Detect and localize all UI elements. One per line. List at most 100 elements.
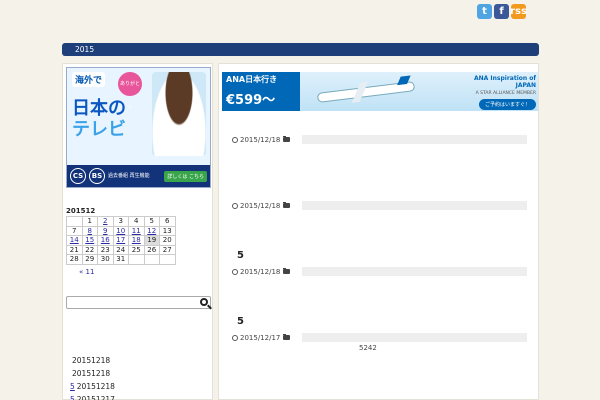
calendar-day[interactable]: 2 [97,216,114,227]
ad-headline-big: 日本の テレビ [72,98,146,140]
calendar-day: 19 [143,235,160,246]
folder-icon [283,268,291,274]
calendar-week: 14 15 16 17 18 19 20 [66,235,176,246]
calendar-day: 20 [159,235,176,246]
calendar-week: 21 22 23 24 25 26 27 [66,244,176,255]
post-date: 2015/12/18 [240,135,281,144]
ad-badge: ありがとう [118,72,142,111]
twitter-icon[interactable]: t [477,4,492,19]
calendar-title: 201512 [66,207,96,215]
calendar-day [66,216,83,227]
post-meta: 2015/12/18 [232,135,527,144]
facebook-icon[interactable]: f [494,4,509,19]
calendar-day[interactable]: 15 [81,235,98,246]
calendar-day[interactable]: 9 [97,225,114,236]
search-icon[interactable] [200,298,208,306]
ad-headline-line1: 日本の [72,98,126,119]
calendar-day [128,254,145,265]
calendar-day[interactable]: 14 [66,235,83,246]
ana-ad-banner[interactable]: ANA日本行き €599～ ANA Inspiration of JAPAN A… [222,72,538,111]
calendar-prev-link[interactable]: « 11 [79,268,94,276]
recent-post-label[interactable]: 20151218 [72,369,110,382]
ana-logo: ANA Inspiration of JAPAN [474,75,536,89]
calendar-day: 30 [97,254,114,265]
main-content: ANA日本行き €599～ ANA Inspiration of JAPAN A… [218,63,539,400]
calendar: 1 2 3 4 5 6 7 8 9 10 11 12 13 14 15 16 17 18 19 20 21 22 23 24 2… [66,216,176,265]
ad-headline-small: 海外で [72,72,106,87]
ad-more-button[interactable]: 詳しくは こちら [164,170,207,182]
calendar-day[interactable]: 16 [97,235,114,246]
recent-post-label[interactable]: 20151218 [72,356,110,369]
folder-icon [283,136,291,142]
rss-icon[interactable]: rss [510,4,527,19]
star-alliance-text: A STAR ALLIANCE MEMBER [475,91,536,96]
calendar-day: 22 [81,244,98,255]
recent-post-label[interactable]: 20151218 [77,382,115,395]
calendar-day: 24 [112,244,129,255]
post-date: 2015/12/18 [240,267,281,276]
calendar-day: 25 [128,244,145,255]
ana-ad-headline: ANA日本行き [226,75,278,84]
ad-feature-text: 過去番組 再生機能 [108,173,150,179]
calendar-day: 5 [143,216,160,227]
ana-reserve-button[interactable]: ご予約はいますぐ！ [478,99,536,110]
sidebar-ad-banner[interactable]: 海外で ありがとう 日本の テレビ CS BS 過去番組 再生機能 詳しくは こ… [66,67,211,188]
ad-bottom-bar: CS BS 過去番組 再生機能 詳しくは こちら [67,165,210,187]
calendar-day: 6 [159,216,176,227]
calendar-day[interactable]: 17 [112,235,129,246]
clock-icon [232,136,238,143]
airplane-image [317,82,415,102]
recent-posts: 20151218 20151218 5 20151218 5 20151217 [70,356,115,400]
calendar-day[interactable]: 12 [143,225,160,236]
clock-icon [232,202,238,209]
recent-post-item[interactable]: 5 20151217 [70,395,115,400]
nav-item-2015[interactable]: 2015 [75,45,94,54]
recent-post-item[interactable]: 5 20151218 [70,382,115,395]
post-meta: 2015/12/18 [232,201,527,210]
calendar-day: 3 [112,216,129,227]
recent-post-item[interactable]: 20151218 [70,369,115,382]
clock-icon [232,268,238,275]
folder-icon [283,334,291,340]
post-title[interactable]: 5 [237,250,244,261]
calendar-day: 4 [128,216,145,227]
ad-headline-line2: テレビ [72,119,126,140]
recent-post-prefix[interactable]: 5 [70,395,75,400]
calendar-day[interactable]: 8 [81,225,98,236]
folder-icon [283,202,291,208]
calendar-day[interactable]: 10 [112,225,129,236]
post-date: 2015/12/18 [240,201,281,210]
global-nav: 2015 [62,43,539,56]
calendar-day: 13 [159,225,176,236]
calendar-day[interactable]: 18 [128,235,145,246]
calendar-day [143,254,160,265]
calendar-day: 7 [66,225,83,236]
calendar-week: 123456 [66,216,176,227]
calendar-week: 28 29 30 31 [66,254,176,265]
bs-logo: BS [89,168,105,184]
recent-post-label[interactable]: 20151217 [77,395,115,400]
recent-post-item[interactable]: 20151218 [70,356,115,369]
calendar-day: 26 [143,244,160,255]
recent-post-prefix[interactable]: 5 [70,382,75,395]
calendar-day: 23 [97,244,114,255]
search-input[interactable] [66,296,211,309]
post-excerpt: 5242 [359,344,377,352]
sidebar: 海外で ありがとう 日本の テレビ CS BS 過去番組 再生機能 詳しくは こ… [62,63,213,400]
post-date: 2015/12/17 [240,333,281,342]
calendar-day [159,254,176,265]
calendar-day[interactable]: 11 [128,225,145,236]
ana-ad-right: ANA Inspiration of JAPAN A STAR ALLIANCE… [454,75,536,110]
post-title[interactable]: 5 [237,316,244,327]
calendar-day: 21 [66,244,83,255]
post-meta: 2015/12/17 [232,333,527,342]
calendar-day: 1 [81,216,98,227]
cs-logo: CS [70,168,86,184]
post-meta: 2015/12/18 [232,267,527,276]
ad-woman-image [152,72,206,156]
ana-ad-price: €599～ [226,93,276,108]
calendar-day: 29 [81,254,98,265]
calendar-day: 28 [66,254,83,265]
ana-ad-left: ANA日本行き €599～ [222,72,300,111]
clock-icon [232,334,238,341]
